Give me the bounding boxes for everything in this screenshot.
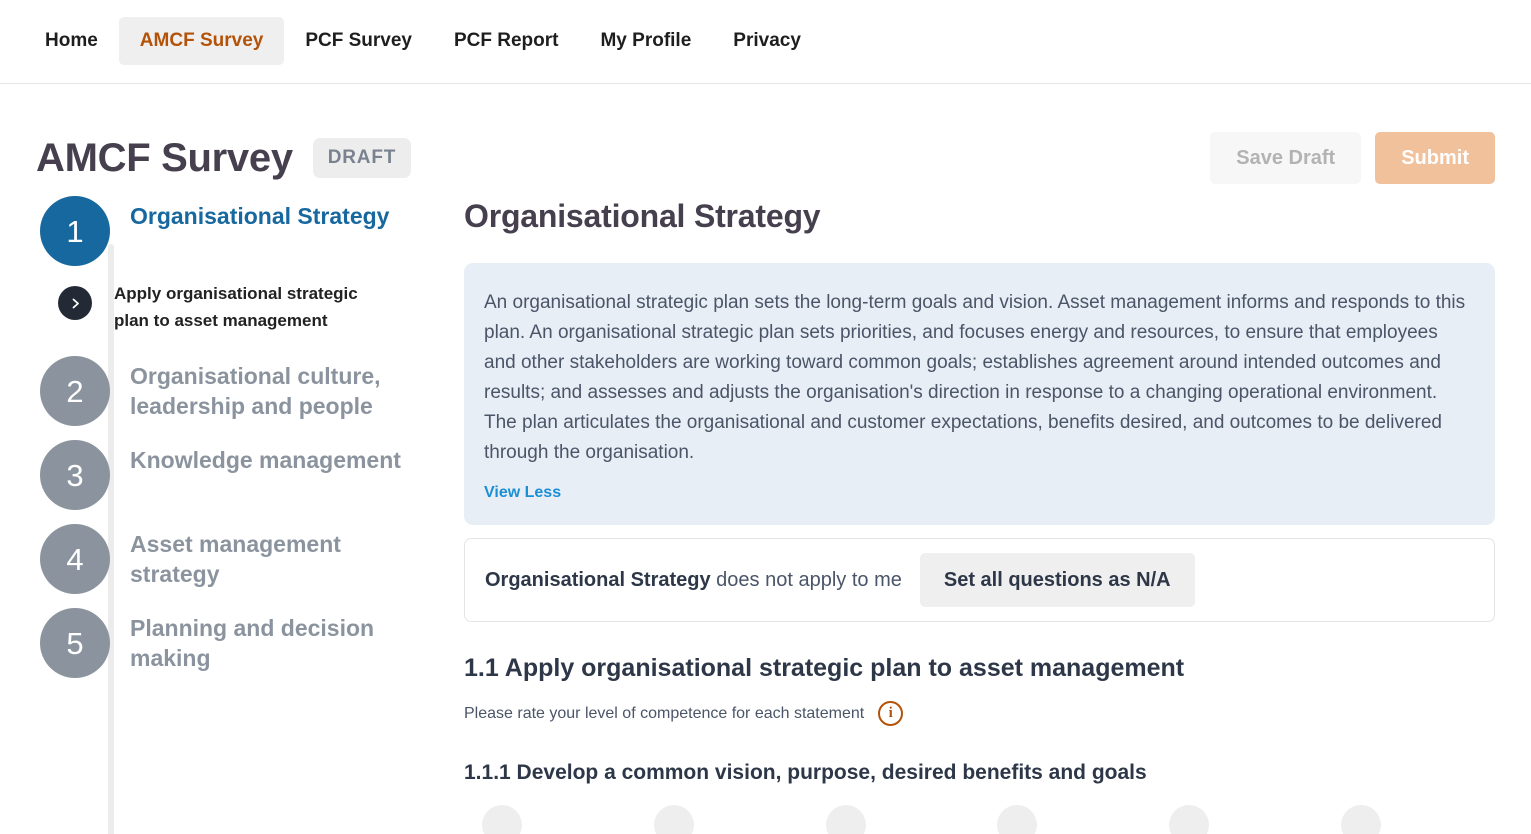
rating-option-4 [979,805,1151,834]
rating-radio-3[interactable] [825,805,866,834]
not-applicable-suffix: does not apply to me [710,569,902,591]
rate-instruction-row: Please rate your level of competence for… [464,701,1495,726]
nav-item-my-profile[interactable]: My Profile [579,17,712,65]
rating-option-5 [1151,805,1323,834]
page-header: AMCF Survey DRAFT Save Draft Submit [0,84,1531,185]
rating-radio-2[interactable] [653,805,694,834]
step-number-1: 1 [40,196,110,266]
rating-radio-4[interactable] [997,805,1038,834]
step-label-2: Organisational culture, leadership and p… [130,363,381,419]
statement-title: 1.1.1 Develop a common vision, purpose, … [464,761,1147,784]
sidebar-item-organisational-strategy[interactable]: 1 Organisational Strategy [36,196,450,266]
survey-stepper: 1 Organisational Strategy Apply organisa… [36,196,450,834]
info-icon[interactable]: i [878,701,904,726]
main-navbar: Home AMCF Survey PCF Survey PCF Report M… [0,0,1531,84]
rating-option-3 [808,805,980,834]
question-title: 1.1 Apply organisational strategic plan … [464,654,1185,682]
step-label-5: Planning and decision making [130,615,375,671]
chevron-right-icon [58,286,92,320]
header-actions: Save Draft Submit [1210,132,1495,184]
nav-item-home[interactable]: Home [24,17,119,65]
page-title: AMCF Survey [36,136,293,180]
rating-radio-1[interactable] [482,805,522,834]
nav-item-amcf-survey[interactable]: AMCF Survey [118,17,285,65]
not-applicable-text: Organisational Strategy does not apply t… [485,567,902,593]
sidebar-item-knowledge-management[interactable]: 3 Knowledge management [36,440,450,510]
rating-radio-6[interactable] [1341,805,1382,834]
step-label-3: Knowledge management [130,447,401,473]
step-label-4: Asset management strategy [130,531,341,587]
view-less-toggle[interactable]: View Less [484,484,561,502]
section-title: Organisational Strategy [464,198,821,234]
step-number-4: 4 [40,524,110,594]
rate-instruction-text: Please rate your level of competence for… [464,704,865,722]
rating-option-2 [636,805,808,834]
sidebar-item-asset-management-strategy[interactable]: 4 Asset management strategy [36,524,450,594]
rating-radio-5[interactable] [1169,805,1210,834]
submit-button[interactable]: Submit [1375,132,1495,184]
section-description-box: An organisational strategic plan sets th… [464,263,1495,525]
section-description-text: An organisational strategic plan sets th… [484,292,1466,463]
nav-item-pcf-report[interactable]: PCF Report [433,17,580,65]
nav-item-pcf-survey[interactable]: PCF Survey [284,17,433,65]
survey-main-content: Organisational Strategy An organisationa… [450,196,1531,834]
not-applicable-card: Organisational Strategy does not apply t… [464,538,1495,622]
step-label-1: Organisational Strategy [130,203,390,229]
step-number-3: 3 [40,440,110,510]
step-number-2: 2 [40,356,110,426]
rating-option-6 [1323,805,1495,834]
sidebar-substep-apply-strategic-plan[interactable]: Apply organisational strategic plan to a… [36,280,450,334]
nav-item-privacy[interactable]: Privacy [712,17,822,65]
status-badge: DRAFT [312,138,412,178]
rating-option-1 [464,805,636,834]
step-number-5: 5 [40,608,110,678]
page-body: 1 Organisational Strategy Apply organisa… [0,185,1531,834]
save-draft-button[interactable]: Save Draft [1210,132,1362,184]
rating-options-row [464,805,1495,834]
substep-label: Apply organisational strategic plan to a… [114,284,358,330]
sidebar-item-organisational-culture[interactable]: 2 Organisational culture, leadership and… [36,356,450,426]
not-applicable-subject: Organisational Strategy [485,569,711,591]
sidebar-item-planning-and-decision-making[interactable]: 5 Planning and decision making [36,608,450,678]
set-all-questions-na-button[interactable]: Set all questions as N/A [919,553,1195,607]
